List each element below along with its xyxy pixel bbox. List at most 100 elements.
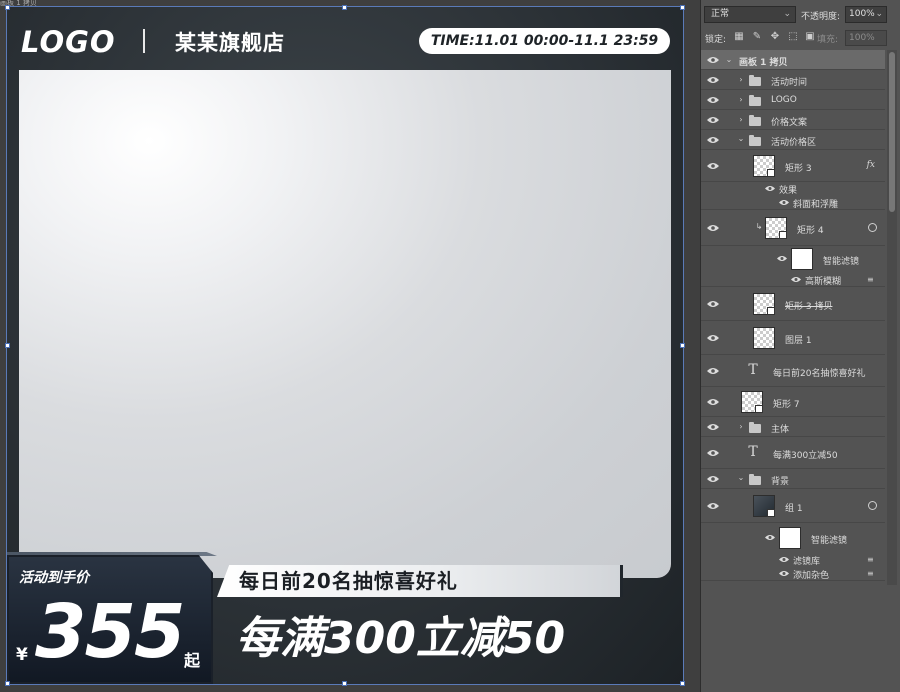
visibility-eye-icon[interactable] — [707, 76, 719, 84]
layer-name: 价格文案 — [771, 118, 808, 128]
layer-row[interactable]: ↳ 矩形 4 — [701, 210, 885, 246]
chevron-right-icon[interactable]: › — [737, 422, 745, 431]
visibility-eye-icon[interactable] — [707, 300, 719, 308]
layers-scrollbar-thumb[interactable] — [889, 52, 895, 212]
blend-mode-select[interactable]: 正常 ⌄ — [704, 6, 796, 23]
visibility-eye-icon[interactable] — [707, 224, 719, 232]
chevron-down-icon[interactable]: ⌄ — [737, 473, 745, 482]
visibility-eye-icon[interactable] — [707, 334, 719, 342]
visibility-eye-icon[interactable] — [707, 116, 719, 124]
layer-thumbnail — [753, 155, 775, 177]
layer-row[interactable]: › LOGO — [701, 90, 885, 110]
layer-row[interactable]: 滤镜库 ≡ — [701, 553, 885, 567]
layer-row[interactable]: 图层 1 — [701, 321, 885, 355]
price-suffix[interactable]: 起 — [184, 647, 200, 671]
layer-row[interactable]: › 价格文案 — [701, 110, 885, 130]
store-name[interactable]: 某某旗舰店 — [175, 27, 285, 57]
lock-all-icon[interactable]: ▣ — [804, 31, 816, 43]
fx-icon[interactable]: fx — [867, 160, 875, 170]
price-badge-label[interactable]: 活动到手价 — [19, 567, 89, 587]
visibility-eye-icon[interactable] — [707, 96, 719, 104]
layer-row[interactable]: ⌄ 背景 — [701, 469, 885, 489]
transform-handle[interactable] — [5, 681, 10, 686]
visibility-eye-icon[interactable] — [765, 534, 777, 542]
opacity-input[interactable]: 100% ⌄ — [845, 6, 887, 23]
logo-divider — [143, 29, 145, 53]
visibility-eye-icon[interactable] — [707, 56, 719, 64]
fill-input[interactable]: 100% — [845, 30, 887, 46]
visibility-eye-icon[interactable] — [707, 367, 719, 375]
lock-artboard-icon[interactable]: ⬚ — [787, 31, 799, 43]
layer-row[interactable]: 高斯模糊 ≡ — [701, 272, 885, 287]
blend-row: 正常 ⌄ 不透明度: 100% ⌄ — [701, 0, 900, 30]
price-value[interactable]: 355 — [35, 587, 185, 677]
visibility-eye-icon[interactable] — [779, 570, 791, 578]
transform-handle[interactable] — [5, 343, 10, 348]
transform-handle[interactable] — [342, 5, 347, 10]
visibility-eye-icon[interactable] — [707, 449, 719, 457]
transform-handle[interactable] — [680, 681, 685, 686]
layer-thumbnail — [753, 327, 775, 349]
chevron-down-icon[interactable]: ⌄ — [725, 55, 733, 64]
transform-handle[interactable] — [342, 681, 347, 686]
layer-row[interactable]: T 每日前20名抽惊喜好礼 — [701, 355, 885, 387]
layer-thumbnail — [753, 293, 775, 315]
visibility-eye-icon[interactable] — [707, 398, 719, 406]
promo-text[interactable]: 每满300立减50 — [236, 604, 565, 674]
currency-symbol[interactable]: ¥ — [16, 645, 28, 665]
lock-transparency-icon[interactable]: ▦ — [733, 31, 745, 43]
layer-row[interactable]: 添加杂色 ≡ — [701, 567, 885, 581]
chevron-right-icon[interactable]: › — [737, 95, 745, 104]
transform-handle[interactable] — [5, 5, 10, 10]
smart-filter-link-icon[interactable] — [868, 223, 877, 232]
layer-row[interactable]: 斜面和浮雕 — [701, 196, 885, 210]
logo-text[interactable]: LOGO — [21, 25, 116, 59]
visibility-eye-icon[interactable] — [707, 162, 719, 170]
lock-move-icon[interactable]: ✥ — [769, 31, 781, 43]
lock-brush-icon[interactable]: ✎ — [751, 31, 763, 43]
chevron-right-icon[interactable]: › — [737, 115, 745, 124]
visibility-eye-icon[interactable] — [707, 423, 719, 431]
chevron-right-icon[interactable]: › — [737, 75, 745, 84]
transform-handle[interactable] — [680, 5, 685, 10]
layer-row[interactable]: 矩形 3 fx — [701, 150, 885, 182]
visibility-eye-icon[interactable] — [779, 199, 791, 207]
transform-handle[interactable] — [680, 343, 685, 348]
visibility-eye-icon[interactable] — [707, 502, 719, 510]
chevron-down-icon[interactable]: ⌄ — [737, 134, 745, 143]
product-image-panel[interactable] — [19, 70, 671, 578]
layer-row[interactable]: 矩形 3 拷贝 — [701, 287, 885, 321]
layer-row[interactable]: 智能滤镜 — [701, 246, 885, 272]
layer-row[interactable]: ⌄ 活动价格区 — [701, 130, 885, 150]
layer-name: 矩形 4 — [797, 226, 824, 236]
filter-options-icon[interactable]: ≡ — [867, 556, 877, 564]
layer-row[interactable]: 组 1 — [701, 489, 885, 523]
filter-options-icon[interactable]: ≡ — [867, 276, 877, 284]
layer-row[interactable]: T 每满300立减50 — [701, 437, 885, 469]
layer-name: 智能滤镜 — [811, 536, 848, 546]
filter-options-icon[interactable]: ≡ — [867, 570, 877, 578]
visibility-eye-icon[interactable] — [779, 556, 791, 564]
visibility-eye-icon[interactable] — [707, 136, 719, 144]
layer-row[interactable]: 矩形 7 — [701, 387, 885, 417]
smart-filter-link-icon[interactable] — [868, 501, 877, 510]
time-pill[interactable]: TIME:11.01 00:00-11.1 23:59 — [419, 28, 670, 54]
layer-row[interactable]: 效果 — [701, 182, 885, 196]
lock-row: 锁定: ▦ ✎ ✥ ⬚ ▣ 填充: 100% — [701, 28, 900, 48]
chevron-down-icon: ⌄ — [875, 9, 883, 19]
artboard[interactable]: LOGO 某某旗舰店 TIME:11.01 00:00-11.1 23:59 活… — [6, 6, 684, 685]
folder-icon — [749, 422, 761, 433]
gift-text[interactable]: 每日前20名抽惊喜好礼 — [239, 567, 458, 595]
visibility-eye-icon[interactable] — [777, 255, 789, 263]
layer-row[interactable]: › 主体 — [701, 417, 885, 437]
layer-row[interactable]: › 活动时间 — [701, 70, 885, 90]
layer-name: 矩形 3 — [785, 164, 812, 174]
layer-row[interactable]: ⌄ 画板 1 拷贝 — [701, 50, 885, 70]
layer-row[interactable]: 智能滤镜 — [701, 523, 885, 553]
layer-name: 图层 1 — [785, 336, 812, 346]
visibility-eye-icon[interactable] — [765, 185, 777, 193]
visibility-eye-icon[interactable] — [707, 475, 719, 483]
visibility-eye-icon[interactable] — [791, 276, 803, 284]
layers-scrollbar[interactable] — [887, 50, 897, 585]
canvas-area[interactable]: 画板 1 拷贝 LOGO 某某旗舰店 TIME:11.01 00:00-11.1… — [0, 0, 700, 692]
